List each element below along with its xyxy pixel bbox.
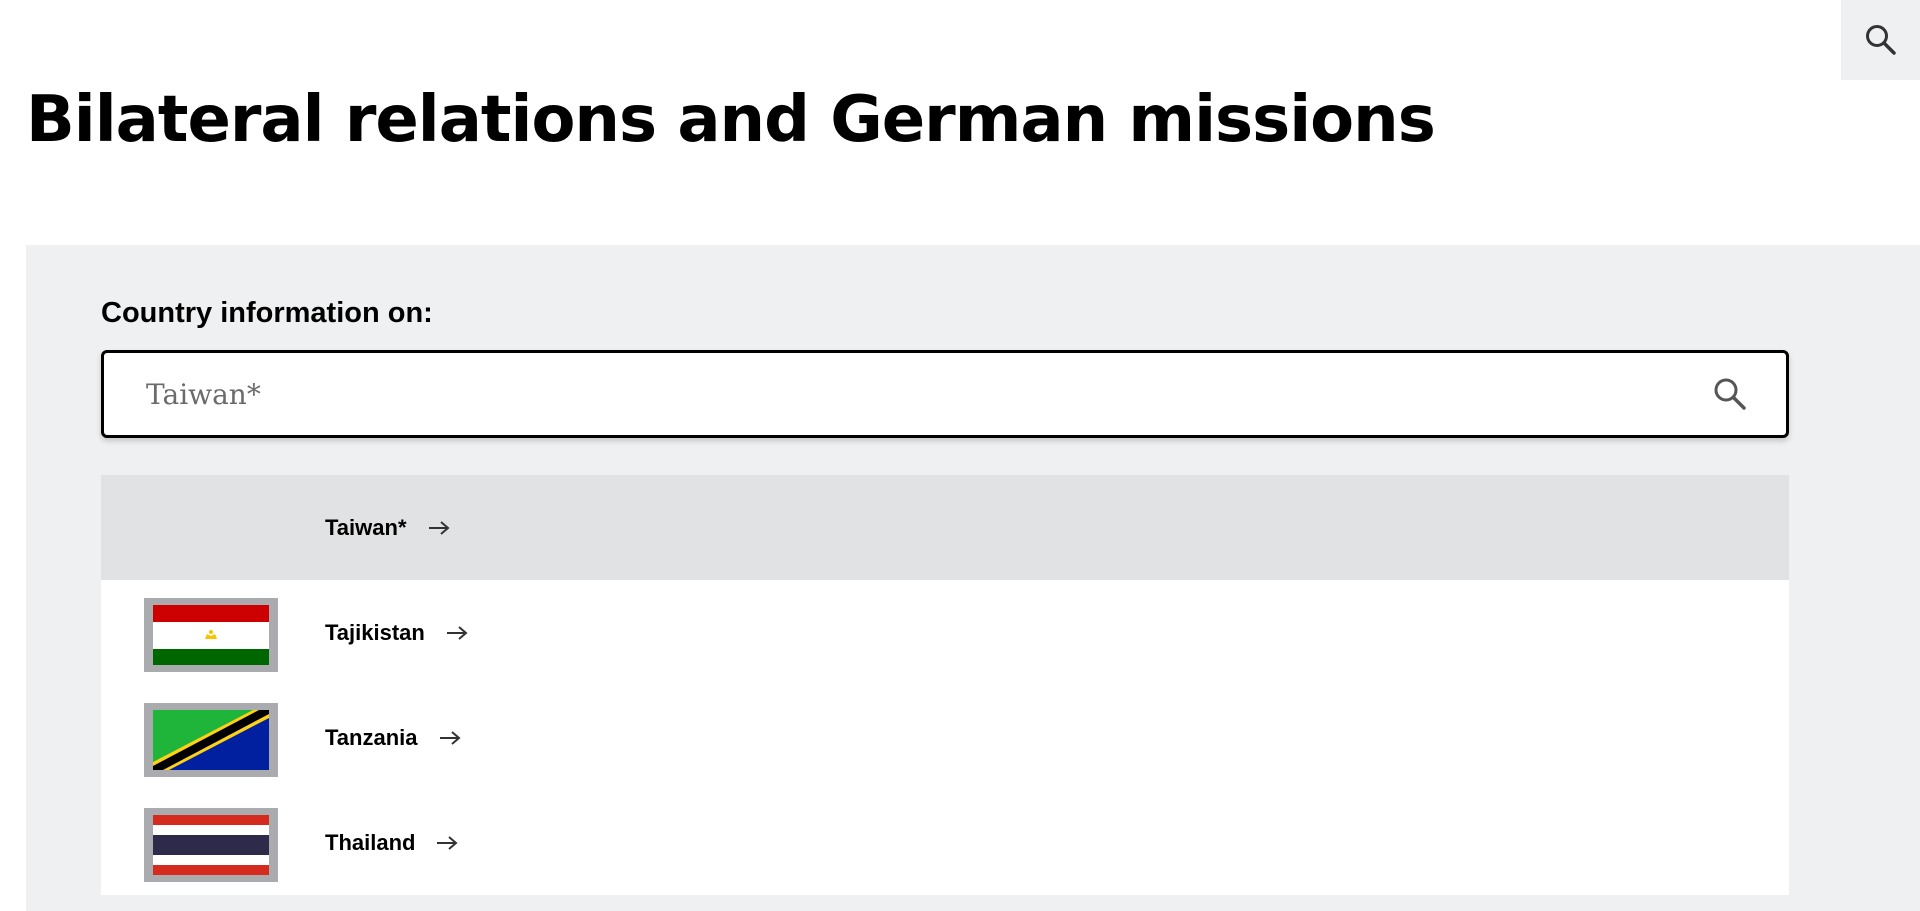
flag-frame bbox=[144, 598, 278, 672]
result-label: Thailand bbox=[325, 830, 416, 855]
result-label: Tajikistan bbox=[325, 620, 425, 645]
search-icon bbox=[1865, 25, 1896, 55]
result-item-tanzania[interactable]: Tanzania bbox=[101, 685, 1789, 790]
thailand-flag bbox=[153, 815, 269, 875]
header-search-button[interactable] bbox=[1841, 0, 1920, 80]
tajikistan-flag bbox=[153, 605, 269, 665]
result-item-tajikistan[interactable]: Tajikistan bbox=[101, 580, 1789, 685]
result-link[interactable]: Tajikistan bbox=[325, 618, 469, 648]
page: Bilateral relations and German missions … bbox=[0, 0, 1920, 911]
country-search-input[interactable] bbox=[146, 353, 1646, 435]
result-label: Tanzania bbox=[325, 725, 418, 750]
search-icon[interactable] bbox=[1712, 376, 1748, 412]
flag-frame bbox=[144, 808, 278, 882]
arrow-right-icon bbox=[428, 520, 450, 535]
result-item-thailand[interactable]: Thailand bbox=[101, 790, 1789, 895]
country-results-list: Taiwan* Tajikistan Tanzania Thailand bbox=[101, 475, 1789, 895]
arrow-right-icon bbox=[439, 730, 461, 745]
arrow-right-icon bbox=[446, 625, 468, 640]
result-item-taiwan[interactable]: Taiwan* bbox=[101, 475, 1789, 580]
flag-frame bbox=[144, 703, 278, 777]
result-link[interactable]: Taiwan* bbox=[325, 513, 451, 543]
page-title: Bilateral relations and German missions bbox=[26, 83, 1436, 157]
country-search-panel: Country information on: Taiwan* Taiwan* … bbox=[26, 245, 1920, 911]
result-link[interactable]: Thailand bbox=[325, 828, 459, 858]
tanzania-flag bbox=[153, 710, 269, 770]
country-search-label: Country information on: bbox=[101, 297, 433, 329]
arrow-right-icon bbox=[437, 835, 458, 850]
result-link[interactable]: Tanzania bbox=[325, 723, 462, 753]
country-search-field bbox=[101, 350, 1789, 438]
result-label: Taiwan* bbox=[325, 515, 407, 540]
